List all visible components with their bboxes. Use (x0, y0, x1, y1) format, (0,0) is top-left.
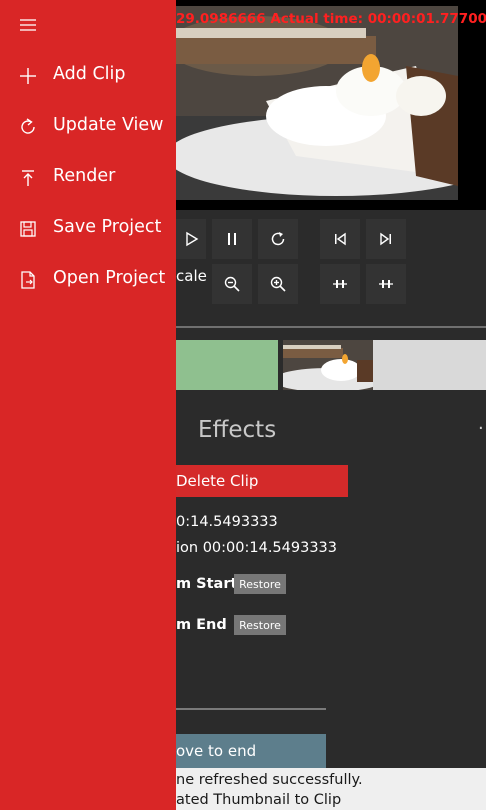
menu-item-save-project[interactable]: Save Project (0, 207, 176, 251)
menu-item-label: Render (53, 166, 116, 186)
clip-duration-value: 0:14.5493333 (176, 514, 278, 530)
menu-item-label: Save Project (53, 217, 162, 237)
status-line: ated Thumbnail to Clip (176, 792, 342, 808)
menu-item-open-project[interactable]: Open Project (0, 258, 176, 302)
timeline-clip[interactable] (176, 340, 278, 390)
zoom-in-button[interactable] (258, 264, 298, 304)
zoom-in-icon (270, 276, 286, 292)
trim-icon (333, 280, 347, 288)
clip-duration-row: ion 00:00:14.5493333 (176, 540, 337, 556)
divider (176, 708, 326, 710)
trim-end-button[interactable] (366, 264, 406, 304)
move-to-end-label: ove to end (176, 742, 257, 760)
timeline-clip[interactable] (373, 340, 486, 390)
menu-item-render[interactable]: Render (0, 156, 176, 200)
play-icon (186, 231, 199, 247)
plus-icon (20, 68, 36, 84)
zoom-out-icon (224, 276, 240, 292)
delete-clip-label: Delete Clip (176, 472, 259, 490)
skip-to-start-button[interactable] (320, 219, 360, 259)
menu-item-label: Update View (53, 115, 164, 135)
restore-trim-start-button[interactable]: Restore (234, 574, 286, 594)
trim-start-label: m Start (176, 576, 238, 592)
divider (176, 326, 486, 328)
hamburger-menu-button[interactable] (18, 15, 38, 35)
trim-end-label: m End (176, 617, 227, 633)
trim-start-button[interactable] (320, 264, 360, 304)
tab-effects[interactable]: Effects (198, 417, 276, 443)
menu-item-add-clip[interactable]: Add Clip (0, 54, 176, 98)
menu-item-update-view[interactable]: Update View (0, 105, 176, 149)
scale-label: cale (176, 267, 207, 285)
hamburger-icon (20, 19, 36, 31)
status-line: ne refreshed successfully. (176, 772, 363, 788)
zoom-out-button[interactable] (212, 264, 252, 304)
time-readout: 29.0986666 Actual time: 00:00:01.7770000 (176, 11, 486, 27)
pause-icon (228, 233, 236, 245)
clip-duration-text: ion 00:00:14.5493333 (176, 540, 338, 556)
menu-item-label: Open Project (53, 268, 166, 288)
skip-forward-icon (380, 232, 391, 246)
skip-to-end-button[interactable] (366, 219, 406, 259)
timeline-clip-thumbnail[interactable] (283, 340, 373, 390)
move-to-end-button[interactable]: ove to end (176, 734, 326, 768)
skip-back-icon (335, 232, 346, 246)
save-icon (20, 221, 36, 237)
replay-icon (271, 232, 285, 246)
video-preview-frame (176, 6, 458, 200)
more-tabs-indicator: · (478, 418, 484, 439)
delete-clip-button[interactable]: Delete Clip (176, 465, 348, 497)
play-button[interactable] (176, 219, 206, 259)
open-file-icon (21, 271, 35, 289)
status-log: ne refreshed successfully. ated Thumbnai… (176, 768, 486, 810)
refresh-icon (21, 118, 35, 134)
pause-button[interactable] (212, 219, 252, 259)
trim-icon (379, 280, 393, 288)
replay-button[interactable] (258, 219, 298, 259)
navigation-drawer: Add Clip Update View Render Save Project (0, 0, 176, 810)
menu-item-label: Add Clip (53, 64, 126, 84)
upload-icon (22, 170, 34, 186)
restore-trim-end-button[interactable]: Restore (234, 615, 286, 635)
